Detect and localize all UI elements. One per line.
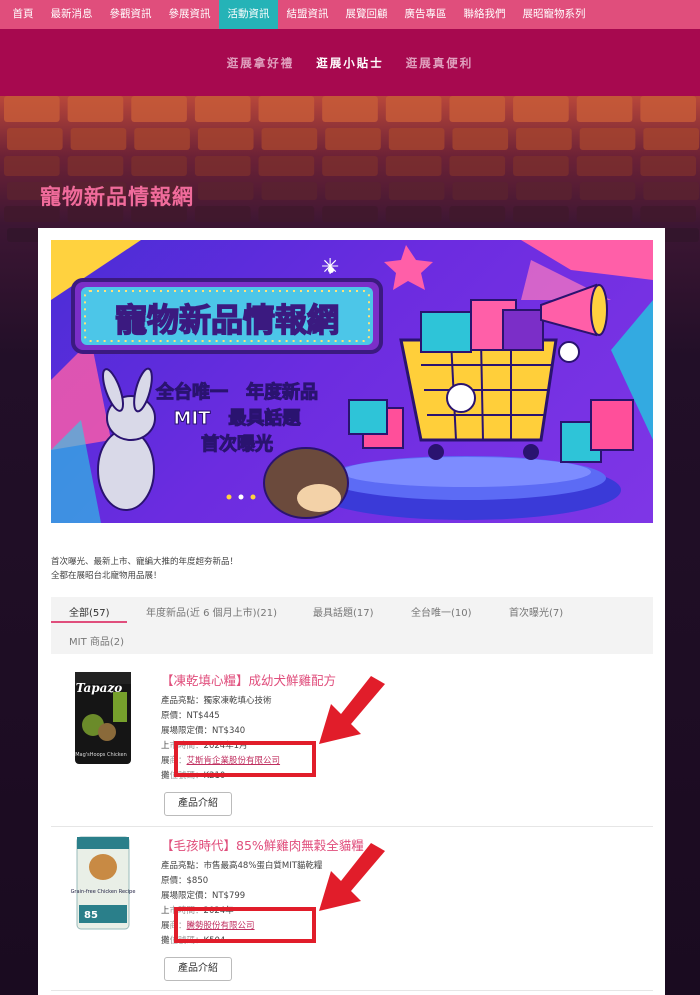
arrow-annotation-1	[319, 676, 385, 744]
tab-new-this-year-label: 年度新品(近 6 個月上市)(21)	[146, 608, 278, 619]
product-2-exhibitor-label: 展	[161, 921, 170, 931]
tab-most-talked-label: 最具話題(17)	[313, 608, 374, 619]
product-1-launch-label: 上	[161, 741, 170, 751]
intro-text: 首次曝光、最新上市、寵編大推的年度超夯新品！ 全都在展昭台北寵物用品展！	[51, 555, 238, 583]
intro-line-1: 首次曝光、最新上市、寵編大推的年度超夯新品！	[51, 557, 239, 567]
tab-mit-label: MIT 商品(2)	[69, 637, 125, 648]
sub-nav: 逛展拿好禮 逛展小貼士 逛展真便利	[0, 29, 700, 96]
banner-slogan-3: 首次曝光	[201, 433, 273, 455]
banner-slogan-1: 全台唯一 年度新品	[155, 381, 318, 403]
product-1-exhibitor-label: 展	[161, 756, 170, 766]
highlight-box-1	[174, 741, 316, 777]
product-2-special-price: 展場限定價：NT$799	[161, 891, 246, 901]
banner-slogan-2: MIT 最具話題	[174, 407, 302, 429]
subnav-tips[interactable]: 逛展小貼士	[305, 55, 395, 71]
nav-item-home[interactable]: 首頁	[4, 0, 42, 29]
nav-item-exhibit-info[interactable]: 參展資訊	[160, 0, 219, 29]
nav-item-news[interactable]: 最新消息	[42, 0, 101, 29]
subnav-gifts[interactable]: 逛展拿好禮	[216, 55, 306, 71]
nav-item-visit-info[interactable]: 參觀資訊	[101, 0, 160, 29]
product-1-special-price: 展場限定價：NT$340	[161, 726, 246, 736]
product-2-package-number: 85	[84, 910, 98, 921]
tab-first-debut[interactable]: 首次曝光(7)	[509, 604, 563, 619]
product-2-package-brand: Grain-free Chicken Recipe	[71, 889, 136, 895]
product-image-2[interactable]: Grain-free Chicken Recipe 85	[61, 835, 141, 939]
product-1-package-brand: Tapazo	[76, 681, 123, 695]
product-2-price: 原價：$850	[161, 876, 209, 886]
tab-first-debut-label: 首次曝光(7)	[509, 608, 564, 619]
product-1-title[interactable]: 【凍乾填心糧】成幼犬鮮雞配方	[161, 670, 336, 689]
arrow-annotation-2	[319, 843, 385, 911]
tab-most-talked[interactable]: 最具話題(17)	[313, 604, 374, 619]
nav-item-pet-series[interactable]: 展昭寵物系列	[514, 0, 594, 29]
highlight-box-2	[174, 907, 316, 943]
page-title: 寵物新品情報網	[40, 185, 194, 209]
intro-line-2: 全都在展昭台北寵物用品展！	[51, 571, 162, 581]
nav-item-events[interactable]: 活動資訊	[219, 0, 278, 29]
product-1-price: 原價：NT$445	[161, 711, 220, 721]
product-2-highlight: 產品亮點：市售最高48%蛋白質MIT貓乾糧	[161, 861, 323, 871]
banner-title: 寵物新品情報網	[115, 301, 339, 339]
subnav-convenience[interactable]: 逛展真便利	[395, 55, 485, 71]
tab-taiwan-only-label: 全台唯一(10)	[411, 608, 472, 619]
hero-banner[interactable]: ✳ 寵物新品情報網 全台唯一 年度新品 MIT 最具話題 首次曝光	[51, 240, 653, 523]
top-nav: 首頁 最新消息 參觀資訊 參展資訊 活動資訊 結盟資訊 展覽回顧 廣告專區 聯絡…	[0, 0, 700, 29]
nav-item-alliance[interactable]: 結盟資訊	[278, 0, 337, 29]
product-divider	[51, 990, 653, 991]
product-2-detail-button[interactable]: 產品介紹	[164, 957, 232, 981]
product-1-highlight: 產品亮點：獨家凍乾填心技術	[161, 696, 272, 706]
banner-artwork: ✳ 寵物新品情報網 全台唯一 年度新品 MIT 最具話題 首次曝光	[51, 240, 653, 523]
tab-all[interactable]: 全部(57)	[69, 604, 110, 619]
product-1-detail-button[interactable]: 產品介紹	[164, 792, 232, 816]
tab-all-label: 全部(57)	[69, 608, 110, 619]
nav-item-contact[interactable]: 聯絡我們	[455, 0, 514, 29]
nav-item-ads[interactable]: 廣告專區	[396, 0, 455, 29]
tab-new-this-year[interactable]: 年度新品(近 6 個月上市)(21)	[146, 604, 277, 619]
product-1-booth-label: 攤	[161, 771, 170, 781]
product-2-booth-label: 攤	[161, 936, 170, 946]
product-divider	[51, 826, 653, 827]
category-tabs: 全部(57) 年度新品(近 6 個月上市)(21) 最具話題(17) 全台唯一(…	[51, 597, 653, 654]
product-1-package-subtitle: Mag'sHoops Chicken	[75, 752, 127, 758]
tab-taiwan-only[interactable]: 全台唯一(10)	[411, 604, 472, 619]
product-2-launch-label: 上	[161, 906, 170, 916]
tab-mit[interactable]: MIT 商品(2)	[69, 633, 124, 648]
product-image-1[interactable]: Tapazo Mag'sHoops Chicken	[61, 670, 141, 774]
tab-active-indicator	[51, 621, 127, 623]
nav-item-review[interactable]: 展覽回顧	[337, 0, 396, 29]
svg-text:✳: ✳	[321, 255, 339, 280]
